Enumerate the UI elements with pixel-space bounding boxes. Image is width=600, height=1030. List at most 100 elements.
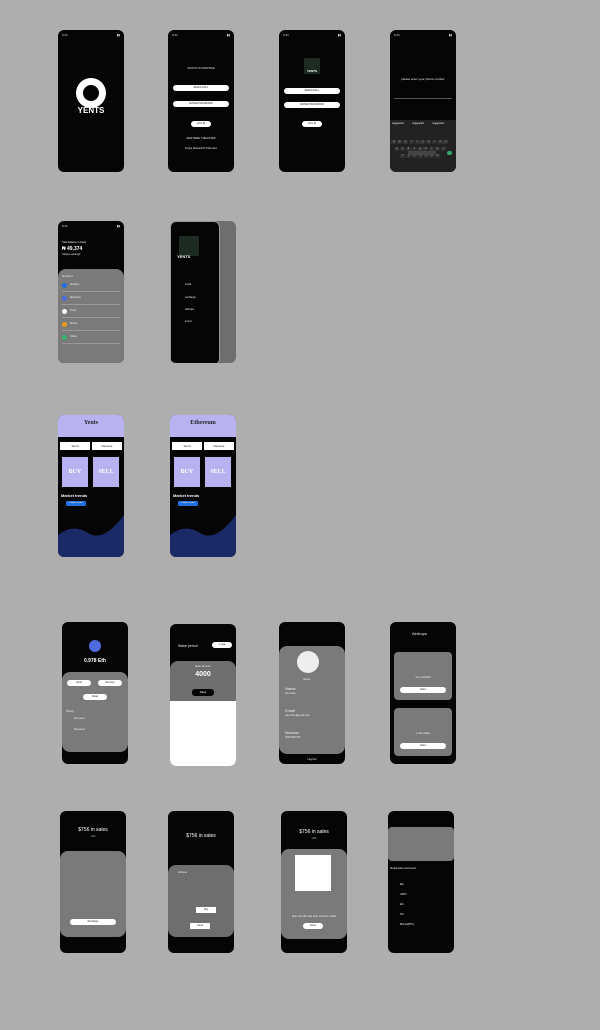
save-button[interactable]: Save — [192, 689, 214, 696]
airdrop-name: 2 cole dollars — [415, 732, 431, 735]
qr-panel: Scan the QR code from vendor's mobile Do… — [281, 849, 347, 939]
send-button[interactable]: Send — [67, 680, 91, 686]
profile-panel: picture Name Jane Doe Email Jane.Doe@gma… — [279, 646, 345, 754]
spacebar[interactable] — [408, 151, 436, 155]
signin-title: SIGN IN TO CONTINUE — [187, 67, 215, 70]
phone-entry-screen: 9:41 ▮▮ please enter your phone number su… — [390, 30, 456, 172]
market-screen-eth: Ethereum Send Receive BUY SELL Market tr… — [170, 415, 236, 557]
token-row[interactable]: Bitcoin — [62, 320, 120, 331]
sales-amount: $756 in sales — [186, 833, 216, 839]
picture-label: picture — [303, 678, 311, 681]
amount-label: Enter Amount — [195, 665, 211, 668]
name-label: Name — [285, 686, 296, 691]
buy-button[interactable]: BUY — [62, 457, 88, 487]
pay-button[interactable]: Pay — [196, 907, 216, 913]
coin-row[interactable]: USDT — [400, 893, 407, 896]
market-screen: Yents Send Receive BUY SELL Market trend… — [58, 415, 124, 557]
tokens-panel: All tokens Airdrops Ethereum Yents Bitco… — [58, 269, 124, 363]
login-screen: 9:41 ▮▮ YENTS EMAIL/CALL ENTER PASSWORD L… — [279, 30, 345, 172]
send-tab[interactable]: Send — [60, 442, 90, 450]
exchange-header — [388, 827, 454, 861]
phone-prompt: please enter your phone number — [401, 77, 445, 81]
key[interactable]: a — [394, 147, 400, 151]
register-link[interactable]: NEW HERE ? REGISTER — [168, 137, 234, 140]
wallet-screen: 9:41 ▮▮ Total balance in Naira ₦ 49,374 T… — [58, 221, 124, 363]
trends-title: Market trends — [61, 493, 88, 498]
menu-item-exchange[interactable]: exchange — [185, 296, 196, 299]
claim-button[interactable]: Claim — [400, 743, 446, 749]
email-label: Email — [285, 708, 296, 713]
airdrop-card: One Golf Ball Claim — [394, 652, 452, 700]
avatar[interactable] — [297, 651, 319, 673]
forgot-link[interactable]: Forgot Password? Click here — [168, 147, 234, 150]
claim-button[interactable]: Claim — [400, 687, 446, 693]
period-select[interactable]: 1 year — [212, 642, 232, 648]
coin-row[interactable]: Eth — [400, 883, 404, 886]
key[interactable]: z — [400, 154, 406, 158]
airdrops-title: Airdrops — [412, 631, 427, 636]
email-field[interactable]: EMAIL/CALL — [284, 88, 340, 94]
exchange-title: Simple Earn and Invest — [390, 867, 416, 870]
menu-screen: YENTS credit exchange airdrops invest — [170, 221, 236, 363]
logo-mark — [83, 85, 99, 101]
number-label: Number — [285, 730, 300, 735]
yents-icon — [62, 309, 67, 314]
balance-sub: Todays earnings — [62, 253, 81, 256]
numpad[interactable] — [170, 701, 236, 766]
suggestion[interactable]: suggestion — [392, 122, 404, 125]
phone-input-line[interactable] — [394, 98, 452, 99]
tokens-title: All tokens — [62, 275, 73, 278]
coin-row[interactable]: Eth — [400, 903, 404, 906]
email-value: Jane.Doe@gmail.com — [285, 714, 310, 717]
send-button[interactable]: Send — [190, 923, 210, 929]
menu-item-airdrops[interactable]: airdrops — [185, 308, 194, 311]
balance-amount: ₦ 49,374 — [62, 246, 83, 252]
bitcoin-icon — [62, 322, 67, 327]
token-row[interactable]: Airdrops — [62, 281, 120, 292]
password-field[interactable]: ENTER PASSWORD — [173, 101, 229, 107]
password-field[interactable]: ENTER PASSWORD — [284, 102, 340, 108]
menu-item-invest[interactable]: invest — [185, 320, 192, 323]
login-button[interactable]: LOG IN — [191, 121, 211, 127]
ethereum-icon — [62, 296, 67, 301]
coin-row[interactable]: Sol — [400, 913, 404, 916]
send-tab[interactable]: Send — [172, 442, 202, 450]
sales-amount: $756 in sales — [299, 829, 329, 835]
receive-button[interactable]: Receive — [98, 680, 122, 686]
logout-link[interactable]: Log Out — [279, 758, 345, 761]
key[interactable]: m — [435, 154, 441, 158]
stake-screen: Stake period 1 year Enter Amount 4000 Sa… — [170, 624, 236, 766]
coin-row[interactable]: Bitcoin(BTC) — [400, 923, 414, 926]
suggestion[interactable]: suggestion — [412, 122, 424, 125]
sell-button[interactable]: SELL — [205, 457, 231, 487]
receive-tab[interactable]: Receive — [204, 442, 234, 450]
exchange-screen: Simple Earn and Invest Eth USDT Eth Sol … — [388, 811, 454, 953]
menu-item-credit[interactable]: credit — [185, 283, 191, 286]
email-field[interactable]: EMAIL/CALL — [173, 85, 229, 91]
sales-change: +4% — [90, 835, 96, 838]
tether-icon — [62, 335, 67, 340]
history-entry[interactable]: Received — [74, 728, 84, 731]
airdrops-screen: Airdrops One Golf Ball Claim 2 cole doll… — [390, 622, 456, 764]
token-row[interactable]: Yents — [62, 307, 120, 318]
token-row[interactable]: Tether — [62, 333, 120, 344]
airdrop-name: One Golf Ball — [415, 676, 431, 679]
recharge-screen: $756 in sales +4% Recharge — [60, 811, 126, 953]
balance-label: Total balance in Naira — [62, 241, 87, 244]
recharge-button[interactable]: Recharge — [70, 919, 116, 925]
number-value: 09167007970 — [285, 736, 301, 739]
suggestion[interactable]: suggestion — [432, 122, 444, 125]
receive-tab[interactable]: Receive — [92, 442, 122, 450]
header — [170, 415, 236, 437]
history-entry[interactable]: Received — [74, 717, 84, 720]
done-button[interactable]: Done — [303, 923, 323, 929]
login-button[interactable]: LOG IN — [302, 121, 322, 127]
sell-button[interactable]: SELL — [93, 457, 119, 487]
eth-amount: 0.978 Eth — [84, 658, 106, 664]
keyboard[interactable]: suggestion suggestion suggestion qwertyu… — [390, 120, 456, 172]
go-key[interactable] — [447, 151, 452, 155]
buy-button[interactable]: BUY — [174, 457, 200, 487]
header — [58, 415, 124, 437]
swap-button[interactable]: Swap — [83, 694, 107, 700]
token-row[interactable]: Ethereum — [62, 294, 120, 305]
